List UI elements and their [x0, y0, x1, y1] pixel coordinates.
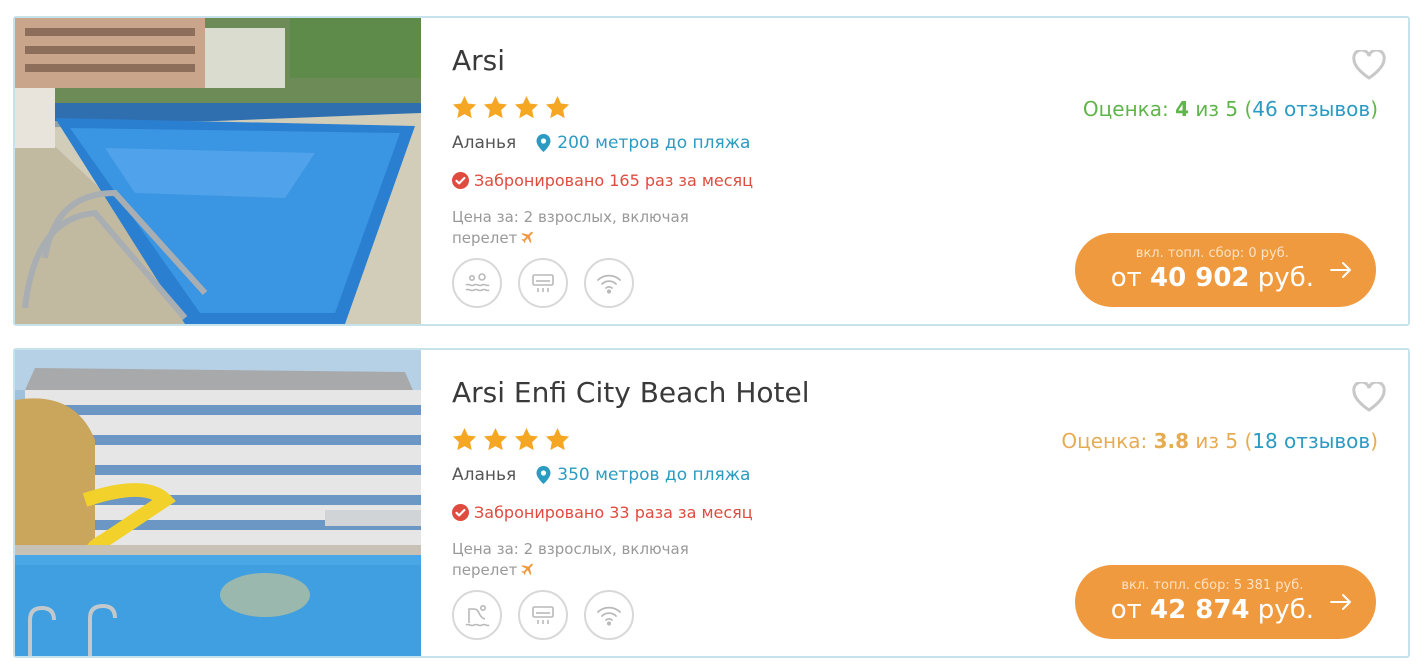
location-row: Аланья 350 метров до пляжа: [452, 465, 750, 485]
city-name: Аланья: [452, 133, 517, 153]
star-icon: [483, 428, 508, 451]
amenities-list: [452, 258, 634, 308]
heart-icon: [1352, 382, 1386, 412]
rating-label: Оценка:: [1061, 429, 1148, 453]
booking-count: Забронировано 33 раза за месяц: [452, 503, 753, 522]
check-circle-icon: [452, 172, 469, 189]
price-currency: руб.: [1257, 263, 1314, 293]
check-circle-icon: [452, 504, 469, 521]
location-row: Аланья 200 метров до пляжа: [452, 133, 750, 153]
hotel-card[interactable]: Arsi Enfi City Beach Hotel Аланья 350 ме…: [13, 348, 1410, 658]
air-conditioner-icon: [532, 274, 554, 292]
amenity-air-conditioning[interactable]: [518, 258, 568, 308]
fuel-fee-text: вкл. топл. сбор: 0 руб.: [1135, 246, 1289, 261]
star-icon: [452, 428, 477, 451]
booking-count-text: Забронировано 33 раза за месяц: [474, 503, 753, 522]
wifi-icon: [597, 606, 621, 626]
amenities-list: [452, 590, 634, 640]
water-slide-icon: [465, 605, 490, 627]
price-prefix: от: [1110, 595, 1142, 625]
hotel-name[interactable]: Arsi: [452, 44, 505, 77]
price-for-label: Цена за: 2 взрослых, включая перелет: [452, 539, 722, 581]
price-value: 40 902: [1150, 263, 1250, 293]
price-value: 42 874: [1150, 595, 1250, 625]
amenity-wifi[interactable]: [584, 258, 634, 308]
star-rating: [451, 94, 571, 121]
city-name: Аланья: [452, 465, 517, 485]
pool-photo-image: [15, 18, 421, 324]
beach-distance-text: 350 метров до пляжа: [557, 465, 751, 485]
plane-icon: [521, 231, 534, 244]
rating-out-of: из 5: [1195, 429, 1239, 453]
hotel-photo[interactable]: [15, 18, 421, 324]
beach-distance-text: 200 метров до пляжа: [557, 133, 751, 153]
price-button[interactable]: вкл. топл. сбор: 5 381 руб. от 42 874 ру…: [1074, 565, 1376, 639]
star-icon: [514, 428, 539, 451]
price-button[interactable]: вкл. топл. сбор: 0 руб. от 40 902 руб.: [1074, 233, 1376, 307]
price-for-text: Цена за: 2 взрослых, включая перелет: [452, 208, 689, 247]
arrow-right-icon: [1328, 257, 1354, 283]
hotel-name[interactable]: Arsi Enfi City Beach Hotel: [452, 376, 810, 409]
price-for-label: Цена за: 2 взрослых, включая перелет: [452, 207, 722, 249]
price-prefix: от: [1110, 263, 1142, 293]
booking-count: Забронировано 165 раз за месяц: [452, 171, 753, 190]
beach-distance-link[interactable]: 200 метров до пляжа: [536, 133, 750, 153]
arrow-right-icon: [1328, 589, 1354, 615]
rating-score: 3.8: [1153, 429, 1189, 453]
star-icon: [452, 96, 477, 119]
amenity-water-slide[interactable]: [452, 590, 502, 640]
reviews-link[interactable]: 18 отзывов: [1252, 429, 1370, 453]
map-pin-icon: [536, 134, 551, 152]
rating-paren-close: ): [1370, 429, 1378, 453]
hotel-building-image: [15, 350, 421, 656]
amenity-spa[interactable]: [452, 258, 502, 308]
rating-label: Оценка:: [1082, 97, 1169, 121]
review-rating: Оценка: 4 из 5 (46 отзывов): [1083, 97, 1378, 121]
map-pin-icon: [536, 466, 551, 484]
amenity-wifi[interactable]: [584, 590, 634, 640]
booking-count-text: Забронировано 165 раз за месяц: [474, 171, 754, 190]
fuel-fee-text: вкл. топл. сбор: 5 381 руб.: [1121, 578, 1304, 593]
favorite-button[interactable]: [1352, 50, 1386, 80]
favorite-button[interactable]: [1352, 382, 1386, 412]
star-icon: [545, 96, 570, 119]
star-rating: [451, 426, 571, 453]
spa-icon: [465, 273, 490, 292]
price-currency: руб.: [1257, 595, 1314, 625]
hotel-card[interactable]: Arsi Аланья 200 метров до пляжа Забронир…: [13, 16, 1410, 326]
price-total: от 40 902 руб.: [1111, 262, 1314, 294]
price-total: от 42 874 руб.: [1111, 594, 1314, 626]
plane-icon: [521, 563, 534, 576]
rating-paren-close: ): [1370, 97, 1378, 121]
review-rating: Оценка: 3.8 из 5 (18 отзывов): [1061, 429, 1378, 453]
beach-distance-link[interactable]: 350 метров до пляжа: [536, 465, 750, 485]
rating-out-of: из 5: [1195, 97, 1239, 121]
star-icon: [483, 96, 508, 119]
heart-icon: [1352, 50, 1386, 80]
wifi-icon: [597, 274, 621, 294]
reviews-link[interactable]: 46 отзывов: [1252, 97, 1370, 121]
hotel-photo[interactable]: [15, 350, 421, 656]
star-icon: [514, 96, 539, 119]
star-icon: [545, 428, 570, 451]
amenity-air-conditioning[interactable]: [518, 590, 568, 640]
air-conditioner-icon: [532, 606, 554, 624]
price-for-text: Цена за: 2 взрослых, включая перелет: [452, 540, 689, 579]
rating-score: 4: [1175, 97, 1189, 121]
